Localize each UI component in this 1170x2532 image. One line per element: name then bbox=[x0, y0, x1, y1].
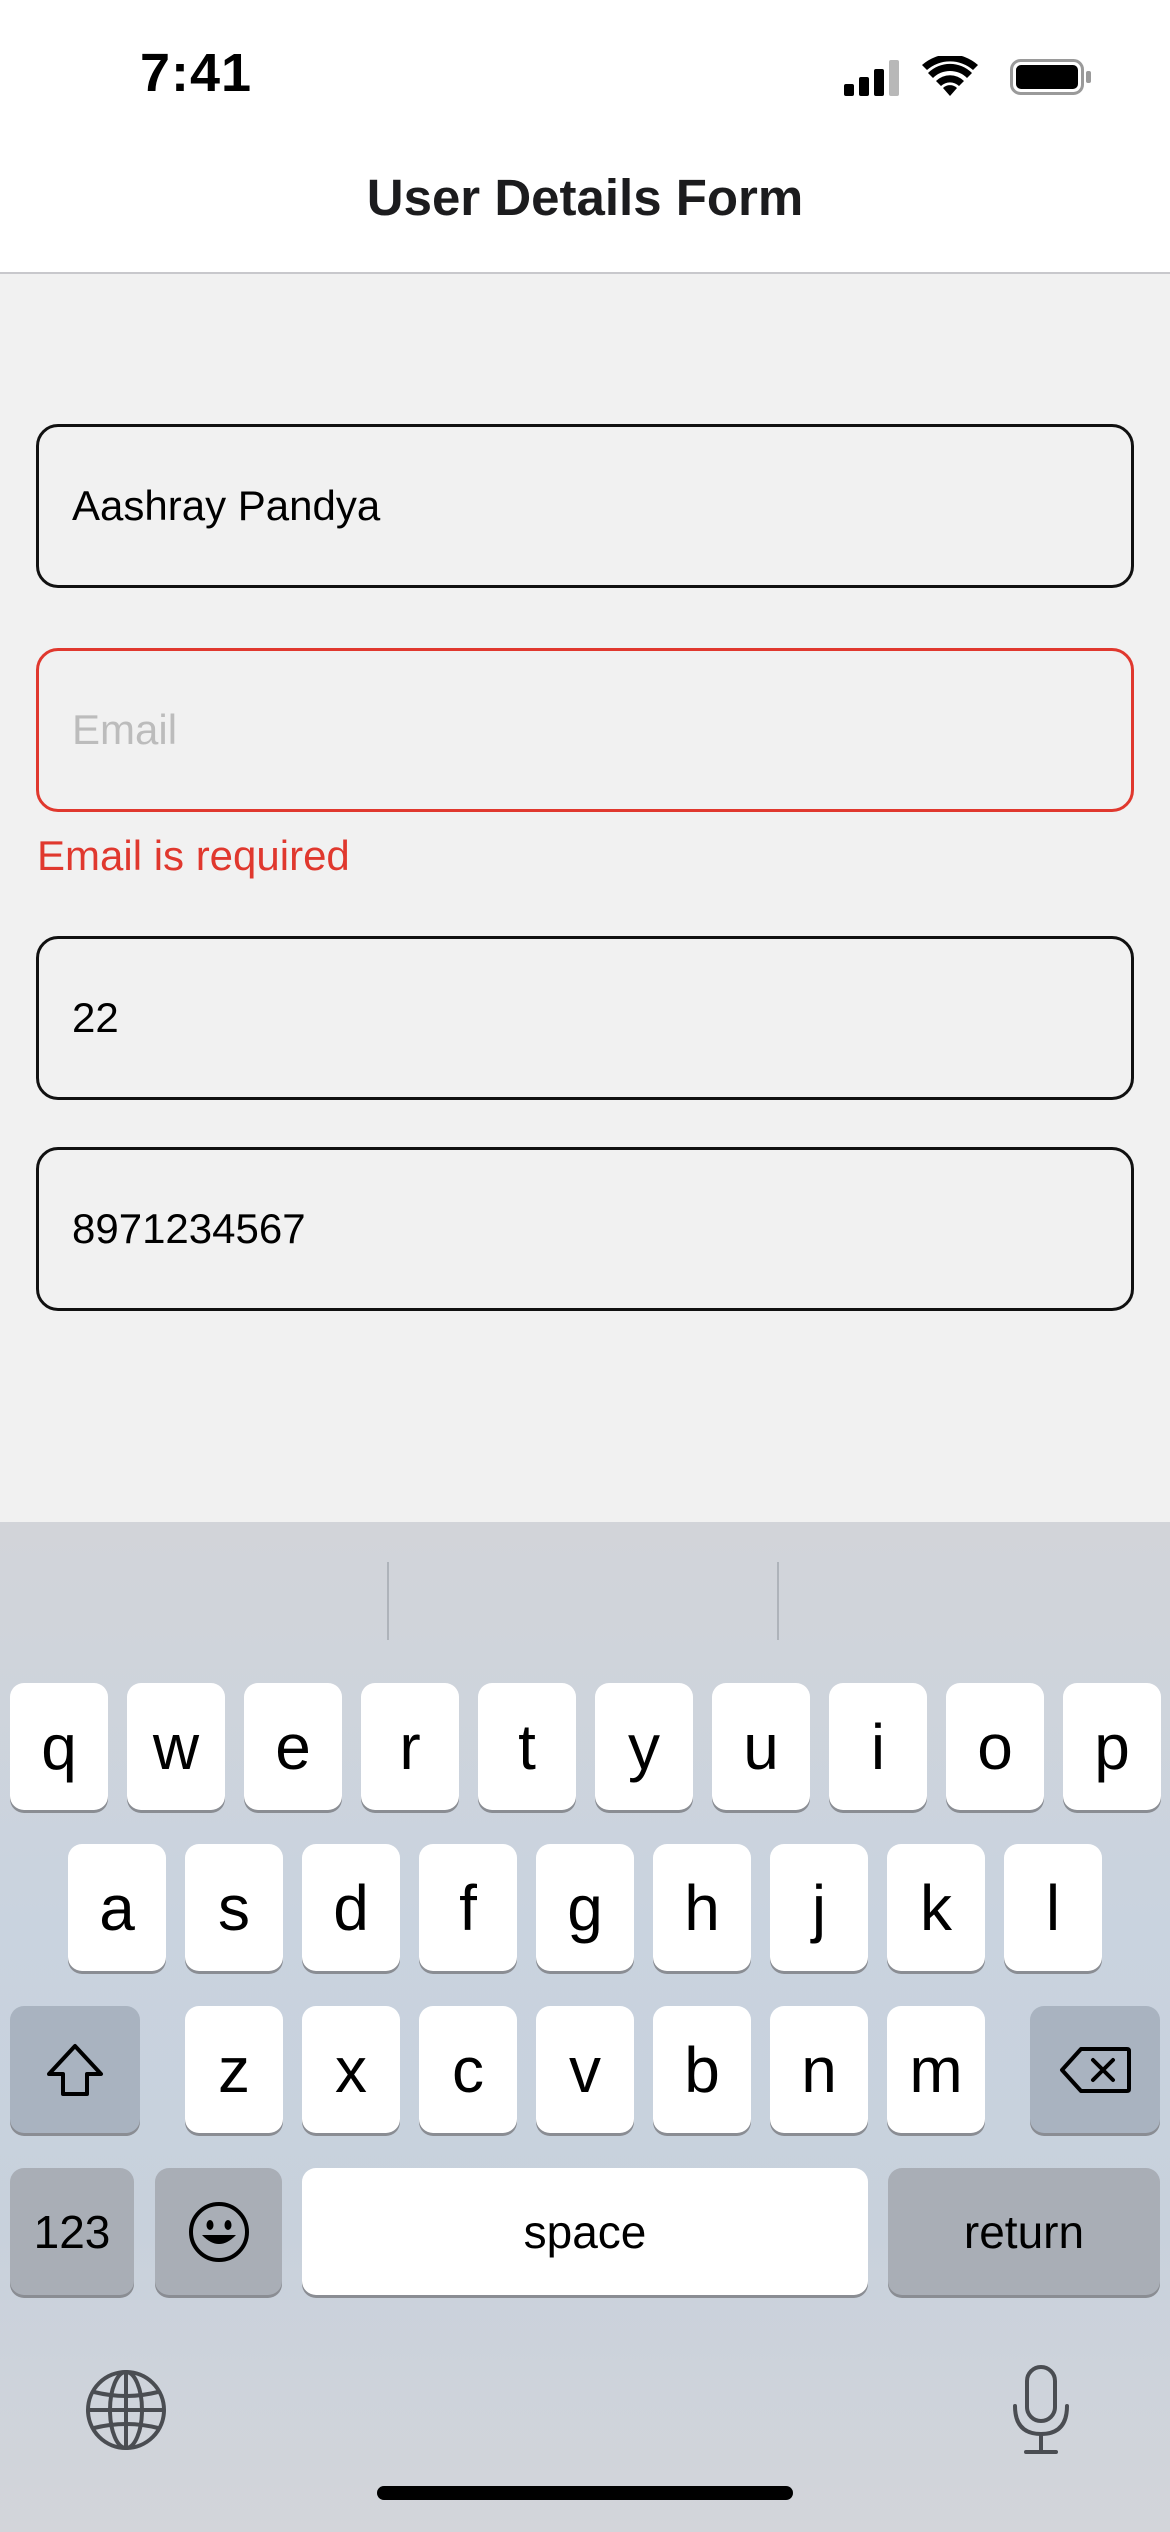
wifi-icon bbox=[922, 56, 978, 96]
key-p[interactable]: p bbox=[1063, 1683, 1161, 1810]
home-indicator bbox=[377, 2486, 793, 2500]
status-time: 7:41 bbox=[140, 43, 253, 103]
keyboard: q w e r t y u i o p a s d f g h j k l z … bbox=[0, 1522, 1170, 2532]
key-c[interactable]: c bbox=[419, 2006, 517, 2133]
key-a[interactable]: a bbox=[68, 1844, 166, 1971]
status-bar: 7:41 bbox=[0, 0, 1170, 150]
numbers-key[interactable]: 123 bbox=[10, 2168, 134, 2295]
key-b[interactable]: b bbox=[653, 2006, 751, 2133]
key-j[interactable]: j bbox=[770, 1844, 868, 1971]
key-i[interactable]: i bbox=[829, 1683, 927, 1810]
shift-icon bbox=[47, 2043, 103, 2096]
nav-bar: User Details Form bbox=[0, 150, 1170, 274]
key-g[interactable]: g bbox=[536, 1844, 634, 1971]
battery-icon bbox=[1010, 59, 1091, 95]
key-l[interactable]: l bbox=[1004, 1844, 1102, 1971]
return-key[interactable]: return bbox=[888, 2168, 1160, 2295]
email-error-message: Email is required bbox=[37, 832, 350, 879]
key-h[interactable]: h bbox=[653, 1844, 751, 1971]
key-v[interactable]: v bbox=[536, 2006, 634, 2133]
suggestion-divider bbox=[387, 1562, 389, 1640]
key-z[interactable]: z bbox=[185, 2006, 283, 2133]
age-field[interactable] bbox=[36, 936, 1134, 1100]
backspace-key[interactable] bbox=[1030, 2006, 1160, 2133]
key-r[interactable]: r bbox=[361, 1683, 459, 1810]
signal-icon bbox=[844, 60, 899, 96]
key-q[interactable]: q bbox=[10, 1683, 108, 1810]
microphone-icon[interactable] bbox=[1010, 2364, 1072, 2456]
key-x[interactable]: x bbox=[302, 2006, 400, 2133]
key-k[interactable]: k bbox=[887, 1844, 985, 1971]
suggestion-divider bbox=[777, 1562, 779, 1640]
space-key[interactable]: space bbox=[302, 2168, 868, 2295]
key-m[interactable]: m bbox=[887, 2006, 985, 2133]
key-y[interactable]: y bbox=[595, 1683, 693, 1810]
emoji-key[interactable] bbox=[155, 2168, 282, 2295]
key-s[interactable]: s bbox=[185, 1844, 283, 1971]
name-input[interactable] bbox=[72, 482, 1131, 530]
backspace-icon bbox=[1060, 2046, 1131, 2093]
age-input[interactable] bbox=[72, 994, 1131, 1042]
key-u[interactable]: u bbox=[712, 1683, 810, 1810]
email-input[interactable] bbox=[72, 706, 1131, 754]
name-field[interactable] bbox=[36, 424, 1134, 588]
phone-field[interactable] bbox=[36, 1147, 1134, 1311]
key-w[interactable]: w bbox=[127, 1683, 225, 1810]
email-field[interactable] bbox=[36, 648, 1134, 812]
key-t[interactable]: t bbox=[478, 1683, 576, 1810]
globe-icon[interactable] bbox=[84, 2368, 168, 2452]
phone-input[interactable] bbox=[72, 1205, 1131, 1253]
key-d[interactable]: d bbox=[302, 1844, 400, 1971]
shift-key[interactable] bbox=[10, 2006, 140, 2133]
page-title: User Details Form bbox=[366, 168, 804, 226]
key-o[interactable]: o bbox=[946, 1683, 1044, 1810]
key-e[interactable]: e bbox=[244, 1683, 342, 1810]
emoji-icon bbox=[188, 2201, 249, 2262]
key-n[interactable]: n bbox=[770, 2006, 868, 2133]
key-f[interactable]: f bbox=[419, 1844, 517, 1971]
